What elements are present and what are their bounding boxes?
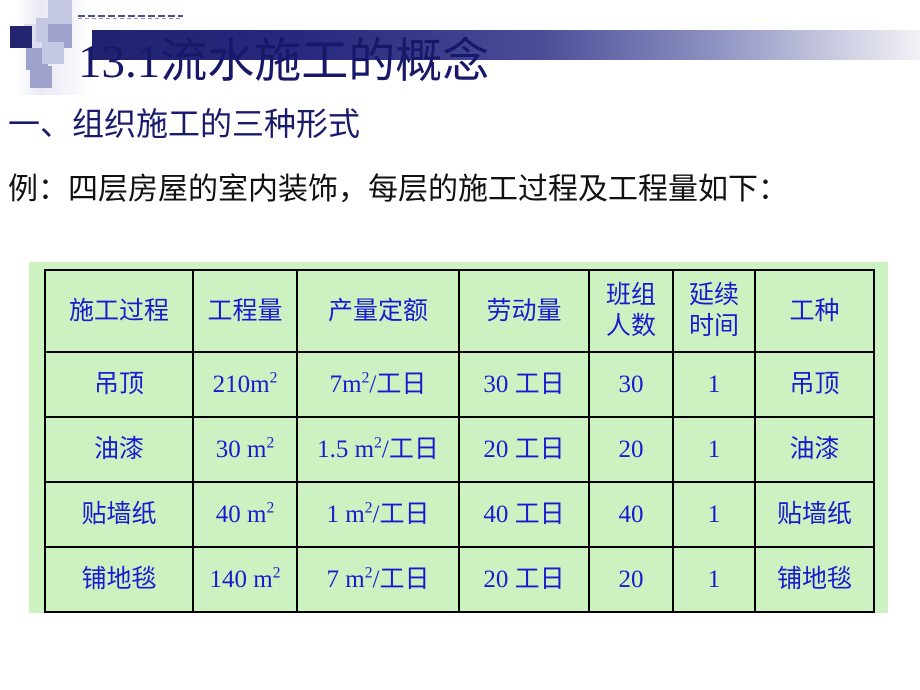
construction-process-table: 施工过程 工程量 产量定额 劳动量 班组 人数 延续 时间 工种 吊顶 210m… [44,269,875,613]
cell-quantity-value: 30 m [215,435,267,463]
deco-square-7 [42,42,64,64]
column-header-process-line1: 施工过程 [68,297,169,325]
cell-quantity-exponent: 2 [266,499,275,517]
column-header-output-norm: 产量定额 [296,269,460,353]
cell-output-unit: /工日 [381,435,439,463]
column-header-crew-size: 班组 人数 [588,269,674,353]
cell-output-norm: 7 m2/工日 [296,546,460,613]
cell-duration: 1 [672,351,756,418]
cell-output-unit: /工日 [372,500,430,528]
cell-quantity-exponent: 2 [272,564,281,582]
column-header-crew-size-line1: 班组 [605,282,656,309]
cell-quantity: 30 m2 [192,416,298,483]
column-header-output-norm-line1: 产量定额 [327,297,428,325]
column-header-trade-line1: 工种 [789,297,840,325]
column-header-quantity-line1: 工程量 [207,297,283,325]
column-header-duration-line2: 时间 [688,313,739,340]
cell-duration: 1 [672,416,756,483]
cell-trade: 铺地毯 [754,546,875,613]
cell-quantity-exponent: 2 [266,434,275,452]
cell-labor: 40 工日 [458,481,590,548]
cell-labor: 20 工日 [458,546,590,613]
cell-output-norm: 1 m2/工日 [296,481,460,548]
cell-quantity-value: 40 m [215,500,267,528]
deco-square-5 [10,26,32,48]
cell-output-exponent: 2 [364,499,373,517]
cell-crew-size: 40 [588,481,674,548]
cell-labor: 20 工日 [458,416,590,483]
cell-output-exponent: 2 [364,564,373,582]
cell-quantity: 40 m2 [192,481,298,548]
cell-output-norm: 7m2/工日 [296,351,460,418]
column-header-labor: 劳动量 [458,269,590,353]
cell-duration: 1 [672,481,756,548]
column-header-process: 施工过程 [44,269,194,353]
column-header-trade: 工种 [754,269,875,353]
cell-quantity-value: 210m [212,370,270,398]
table-row: 油漆 30 m2 1.5 m2/工日 20 工日 20 1 油漆 [44,416,875,483]
cell-quantity: 210m2 [192,351,298,418]
cell-output-norm: 1.5 m2/工日 [296,416,460,483]
cell-process: 油漆 [44,416,194,483]
table-panel: 施工过程 工程量 产量定额 劳动量 班组 人数 延续 时间 工种 吊顶 210m… [29,262,888,613]
cell-output-unit: /工日 [369,370,427,398]
column-header-crew-size-line2: 人数 [605,313,656,340]
cell-quantity: 140 m2 [192,546,298,613]
cell-output-value: 1.5 m [317,435,375,463]
cell-quantity-exponent: 2 [269,369,278,387]
deco-dashed-rule [78,15,183,17]
cell-process: 吊顶 [44,351,194,418]
cell-crew-size: 20 [588,416,674,483]
page-title: 13.1流水施工的概念 [78,36,490,88]
cell-output-value: 1 m [326,500,365,528]
table-row: 贴墙纸 40 m2 1 m2/工日 40 工日 40 1 贴墙纸 [44,481,875,548]
section-subtitle: 一、组织施工的三种形式 [8,106,361,142]
table-row: 铺地毯 140 m2 7 m2/工日 20 工日 20 1 铺地毯 [44,546,875,613]
cell-crew-size: 20 [588,546,674,613]
cell-process: 铺地毯 [44,546,194,613]
cell-trade: 贴墙纸 [754,481,875,548]
column-header-quantity: 工程量 [192,269,298,353]
cell-process: 贴墙纸 [44,481,194,548]
cell-output-exponent: 2 [374,434,382,452]
cell-labor: 30 工日 [458,351,590,418]
cell-output-value: 7m [329,370,362,398]
deco-dashed-rule-secondary [78,18,183,19]
cell-output-value: 7 m [326,565,365,593]
table-header-row: 施工过程 工程量 产量定额 劳动量 班组 人数 延续 时间 工种 [44,269,875,353]
cell-trade: 吊顶 [754,351,875,418]
table-row: 吊顶 210m2 7m2/工日 30 工日 30 1 吊顶 [44,351,875,418]
column-header-duration: 延续 时间 [672,269,756,353]
column-header-labor-line1: 劳动量 [486,297,562,325]
cell-quantity-value: 140 m [209,565,273,593]
cell-duration: 1 [672,546,756,613]
cell-trade: 油漆 [754,416,875,483]
example-text: 例：四层房屋的室内装饰，每层的施工过程及工程量如下： [8,173,788,206]
cell-crew-size: 30 [588,351,674,418]
column-header-duration-line1: 延续 [688,282,739,309]
deco-square-8 [30,66,52,88]
cell-output-unit: /工日 [372,565,430,593]
